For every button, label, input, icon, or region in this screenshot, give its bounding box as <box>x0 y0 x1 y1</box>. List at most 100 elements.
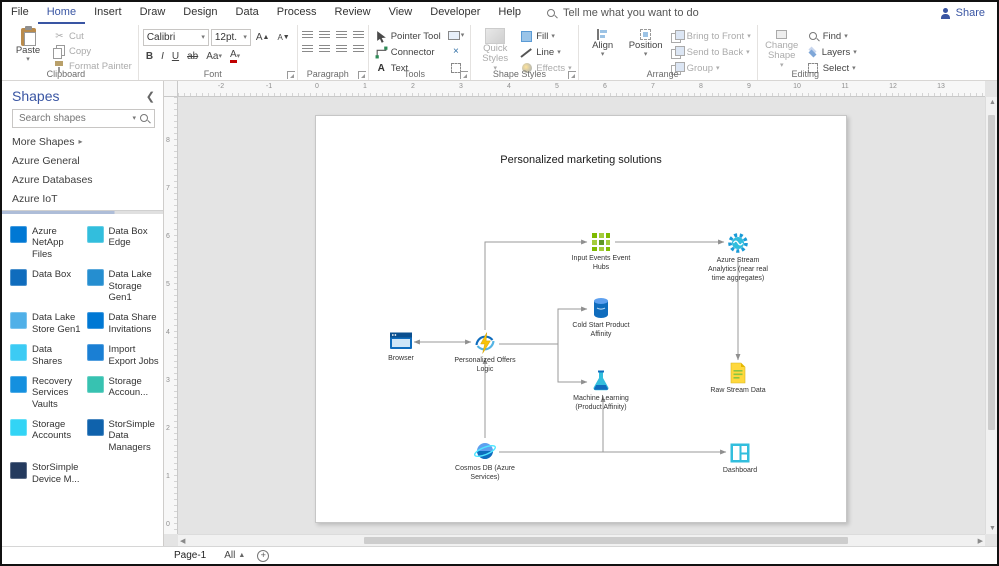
underline-button[interactable]: U <box>169 49 182 64</box>
tell-me-box[interactable]: Tell me what you want to do <box>546 2 699 24</box>
font-size-combo[interactable]: 12pt. ▾ <box>210 29 251 46</box>
vertical-scrollbar-thumb[interactable] <box>988 115 995 430</box>
rectangle-icon <box>447 31 460 40</box>
page-tab-page-1[interactable]: Page-1 <box>168 547 212 564</box>
node-input-events-event-hubs[interactable]: Input Events Event Hubs <box>566 229 636 273</box>
shape-search-icon[interactable] <box>139 113 150 124</box>
shape-item[interactable]: Storage Accounts <box>10 419 85 453</box>
tab-file[interactable]: File <box>2 2 38 24</box>
stencil-azure-iot[interactable]: Azure IoT <box>2 189 163 208</box>
ruler-label: 7 <box>166 185 170 192</box>
italic-button[interactable]: I <box>158 49 167 64</box>
drawing-surface[interactable]: Personalized marketing solutions Browser… <box>178 97 985 534</box>
shape-item[interactable]: Azure NetApp Files <box>10 226 85 260</box>
ruler-label: 3 <box>166 377 170 384</box>
align-center-icon[interactable] <box>318 31 330 40</box>
font-family-combo[interactable]: Calibri ▾ <box>142 29 209 46</box>
node-machine-learning-product-affinity[interactable]: Machine Learning (Product Affinity) <box>566 369 636 413</box>
shape-item[interactable]: Data Lake Store Gen1 <box>10 312 85 335</box>
shape-item[interactable]: StorSimple Data Managers <box>86 419 162 453</box>
all-pages-button[interactable]: All ▲ <box>224 550 245 561</box>
search-icon <box>546 8 557 19</box>
tab-draw[interactable]: Draw <box>131 2 175 24</box>
stencil-azure-general[interactable]: Azure General <box>2 151 163 170</box>
find-button[interactable]: Find ▾ <box>805 29 859 43</box>
shape-styles-dialog-launcher[interactable] <box>567 71 576 79</box>
shape-item[interactable]: Data Box Edge <box>86 226 162 260</box>
paragraph-group-label: Paragraph <box>306 69 349 79</box>
copy-button[interactable]: Copy <box>51 44 134 59</box>
cut-button[interactable]: ✂ Cut <box>51 29 134 43</box>
shape-item[interactable]: Data Lake Storage Gen1 <box>86 269 162 303</box>
node-dashboard[interactable]: Dashboard <box>705 441 775 476</box>
tab-data[interactable]: Data <box>227 2 268 24</box>
collapse-panel-icon[interactable]: ❮ <box>146 90 155 103</box>
shape-label: Recovery Services Vaults <box>32 375 73 410</box>
change-case-button[interactable]: Aa ▾ <box>203 49 225 64</box>
add-page-button[interactable]: + <box>257 549 270 562</box>
tab-review[interactable]: Review <box>326 2 380 24</box>
editing-group-label: Editing <box>791 69 819 79</box>
align-middle-icon[interactable] <box>318 45 330 54</box>
tab-help[interactable]: Help <box>489 2 530 24</box>
shape-item[interactable]: Data Share Invitations <box>86 312 162 335</box>
fill-button[interactable]: Fill ▾ <box>518 29 573 43</box>
quick-styles-button[interactable]: Quick Styles ▾ <box>475 27 515 73</box>
connector-tool-button[interactable]: Connector <box>373 45 443 59</box>
connection-point-button[interactable]: × <box>446 45 467 58</box>
tab-process[interactable]: Process <box>268 2 326 24</box>
node-browser[interactable]: Browser <box>366 329 436 364</box>
shape-item[interactable]: Data Shares <box>10 344 85 367</box>
node-cosmos-db[interactable]: Cosmos DB (Azure Services) <box>450 439 520 483</box>
tab-design[interactable]: Design <box>174 2 226 24</box>
bold-button[interactable]: B <box>143 49 156 64</box>
shape-item[interactable]: Recovery Services Vaults <box>10 375 85 410</box>
tab-view[interactable]: View <box>380 2 422 24</box>
tab-insert[interactable]: Insert <box>85 2 131 24</box>
tab-home[interactable]: Home <box>37 2 86 24</box>
position-button[interactable]: Position ▾ <box>626 27 666 59</box>
strikethrough-button[interactable]: ab <box>184 49 201 64</box>
rectangle-tool-button[interactable]: ▾ <box>446 29 467 42</box>
line-button[interactable]: Line ▾ <box>518 45 573 59</box>
horizontal-scrollbar[interactable]: ◀ ▶ <box>178 534 985 546</box>
share-button[interactable]: Share <box>940 2 997 24</box>
font-color-button[interactable]: A ▾ <box>227 49 243 64</box>
page[interactable]: Personalized marketing solutions Browser… <box>315 115 847 523</box>
shape-item[interactable]: Storage Accoun... <box>86 375 162 410</box>
shape-item[interactable]: Import Export Jobs <box>86 344 162 367</box>
shape-item[interactable]: Data Box <box>10 269 85 303</box>
tab-developer[interactable]: Developer <box>421 2 489 24</box>
shrink-font-button[interactable]: A ▼ <box>274 30 292 45</box>
change-shape-button[interactable]: Change Shape ▾ <box>762 27 802 70</box>
paragraph-dialog-launcher[interactable] <box>357 71 366 79</box>
paste-button[interactable]: Paste ▾ <box>8 26 48 64</box>
node-personalized-offers-logic[interactable]: Personalized Offers Logic <box>450 331 520 375</box>
font-dialog-launcher[interactable] <box>286 71 295 79</box>
pointer-tool-button[interactable]: Pointer Tool <box>373 29 443 43</box>
shape-search-input[interactable] <box>17 112 130 125</box>
dashboard-icon <box>728 441 752 465</box>
node-raw-stream-data[interactable]: Raw Stream Data <box>703 361 773 396</box>
search-scope-caret-icon[interactable]: ▾ <box>132 115 136 122</box>
node-cold-start-product-affinity[interactable]: Cold Start Product Affinity <box>566 296 636 340</box>
align-top-icon[interactable] <box>301 45 313 54</box>
bring-to-front-button[interactable]: Bring to Front ▾ <box>669 29 753 43</box>
stencil-more-shapes[interactable]: More Shapes ▸ <box>2 132 163 151</box>
layers-button[interactable]: Layers ▾ <box>805 45 859 59</box>
horizontal-scrollbar-thumb[interactable] <box>363 537 848 544</box>
node-azure-stream-analytics[interactable]: Azure Stream Analytics (near real time a… <box>703 231 773 283</box>
bullets-icon[interactable] <box>352 31 364 40</box>
vertical-scrollbar[interactable]: ▲ ▼ <box>985 97 997 534</box>
grow-font-button[interactable]: A ▲ <box>253 30 273 45</box>
tools-dialog-launcher[interactable] <box>460 71 469 79</box>
align-right-icon[interactable] <box>335 31 347 40</box>
stencil-azure-databases[interactable]: Azure Databases <box>2 170 163 189</box>
align-button[interactable]: Align ▾ <box>583 27 623 59</box>
align-left-icon[interactable] <box>301 31 313 40</box>
align-bottom-icon[interactable] <box>335 45 347 54</box>
node-label: Personalized Offers Logic <box>454 357 516 373</box>
send-to-back-button[interactable]: Send to Back ▾ <box>669 45 753 59</box>
text-rotate-icon[interactable] <box>352 45 364 54</box>
shape-item[interactable]: StorSimple Device M... <box>10 462 85 485</box>
